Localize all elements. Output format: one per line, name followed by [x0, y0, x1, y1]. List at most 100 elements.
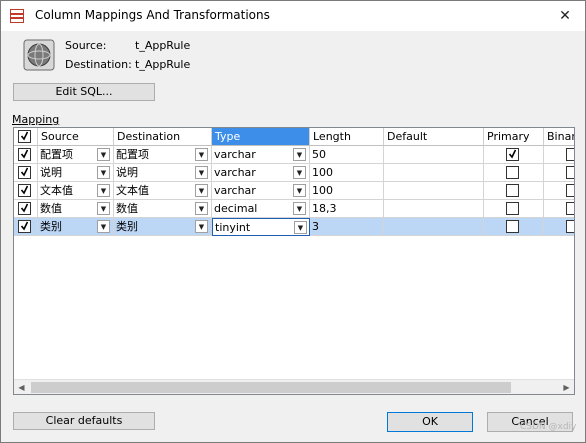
type-cell[interactable]: varchar ▼ [212, 164, 310, 182]
dropdown-arrow-icon[interactable]: ▼ [97, 148, 110, 161]
column-header-destination[interactable]: Destination [114, 128, 212, 146]
length-cell[interactable]: 100 [310, 164, 384, 182]
row-enabled-checkbox[interactable] [18, 166, 31, 179]
source-cell[interactable]: 文本值 ▼ [38, 182, 114, 200]
table-row[interactable]: 类别 ▼ 类别 ▼ tinyint ▼ 3 [14, 218, 574, 236]
scroll-left-icon[interactable]: ◀ [14, 380, 29, 394]
binary-checkbox[interactable] [566, 202, 574, 215]
header-select-all[interactable] [14, 128, 38, 146]
type-cell[interactable]: varchar ▼ [212, 182, 310, 200]
dropdown-arrow-icon[interactable]: ▼ [293, 166, 306, 179]
column-header-binar[interactable]: Binar [544, 128, 574, 146]
column-header-length[interactable]: Length [310, 128, 384, 146]
dropdown-arrow-icon[interactable]: ▼ [195, 166, 208, 179]
select-all-checkbox[interactable] [18, 130, 31, 143]
row-enabled-cell[interactable] [14, 182, 38, 200]
dropdown-arrow-icon[interactable]: ▼ [97, 184, 110, 197]
column-header-primary[interactable]: Primary [484, 128, 544, 146]
primary-checkbox[interactable] [506, 166, 519, 179]
destination-cell[interactable]: 说明 ▼ [114, 164, 212, 182]
row-enabled-cell[interactable] [14, 146, 38, 164]
row-enabled-checkbox[interactable] [18, 202, 31, 215]
mapping-grid[interactable]: Source Destination Type Length Default Primar… [13, 127, 575, 395]
binary-cell[interactable] [544, 146, 574, 164]
table-row[interactable]: 说明 ▼ 说明 ▼ varchar ▼ 100 [14, 164, 574, 182]
dropdown-arrow-icon[interactable]: ▼ [293, 202, 306, 215]
dropdown-arrow-icon[interactable]: ▼ [97, 220, 110, 233]
binary-cell[interactable] [544, 182, 574, 200]
primary-cell[interactable] [484, 182, 544, 200]
destination-value: 类别 [116, 220, 138, 233]
binary-checkbox[interactable] [566, 166, 574, 179]
primary-checkbox[interactable] [506, 220, 519, 233]
edit-sql-button[interactable]: Edit SQL... [13, 83, 155, 101]
length-value: 18,3 [312, 202, 337, 215]
length-cell[interactable]: 50 [310, 146, 384, 164]
binary-checkbox[interactable] [566, 220, 574, 233]
row-enabled-cell[interactable] [14, 218, 38, 236]
source-cell[interactable]: 数值 ▼ [38, 200, 114, 218]
dropdown-arrow-icon[interactable]: ▼ [195, 202, 208, 215]
table-row[interactable]: 配置项 ▼ 配置项 ▼ varchar ▼ 50 [14, 146, 574, 164]
dropdown-arrow-icon[interactable]: ▼ [97, 202, 110, 215]
type-cell[interactable]: tinyint ▼ [212, 218, 310, 236]
column-header-source[interactable]: Source [38, 128, 114, 146]
scrollbar-thumb[interactable] [31, 382, 511, 393]
horizontal-scrollbar[interactable]: ◀ ▶ [14, 379, 574, 394]
dropdown-arrow-icon[interactable]: ▼ [97, 166, 110, 179]
row-enabled-checkbox[interactable] [18, 148, 31, 161]
destination-cell[interactable]: 文本值 ▼ [114, 182, 212, 200]
binary-cell[interactable] [544, 218, 574, 236]
column-header-type[interactable]: Type [212, 128, 310, 146]
length-cell[interactable]: 3 [310, 218, 384, 236]
row-enabled-cell[interactable] [14, 200, 38, 218]
column-header-default[interactable]: Default [384, 128, 484, 146]
watermark: CSDN @xdiy [520, 422, 577, 432]
primary-cell[interactable] [484, 146, 544, 164]
clear-defaults-button[interactable]: Clear defaults [13, 412, 155, 430]
binary-checkbox[interactable] [566, 148, 574, 161]
primary-cell[interactable] [484, 200, 544, 218]
scroll-right-icon[interactable]: ▶ [559, 380, 574, 394]
source-cell[interactable]: 类别 ▼ [38, 218, 114, 236]
default-cell[interactable] [384, 182, 484, 200]
dropdown-arrow-icon[interactable]: ▼ [195, 184, 208, 197]
binary-cell[interactable] [544, 164, 574, 182]
type-value: varchar [214, 166, 256, 179]
row-enabled-checkbox[interactable] [18, 184, 31, 197]
length-cell[interactable]: 100 [310, 182, 384, 200]
destination-cell[interactable]: 类别 ▼ [114, 218, 212, 236]
source-cell[interactable]: 说明 ▼ [38, 164, 114, 182]
primary-checkbox[interactable] [506, 148, 519, 161]
dropdown-arrow-icon[interactable]: ▼ [195, 220, 208, 233]
dropdown-arrow-icon[interactable]: ▼ [294, 221, 307, 234]
table-row[interactable]: 数值 ▼ 数值 ▼ decimal ▼ 18,3 [14, 200, 574, 218]
primary-cell[interactable] [484, 164, 544, 182]
default-cell[interactable] [384, 218, 484, 236]
close-button[interactable]: ✕ [555, 7, 575, 25]
source-value: 说明 [40, 166, 62, 179]
source-cell[interactable]: 配置项 ▼ [38, 146, 114, 164]
default-cell[interactable] [384, 200, 484, 218]
default-cell[interactable] [384, 164, 484, 182]
destination-value: 配置项 [116, 148, 149, 161]
dropdown-arrow-icon[interactable]: ▼ [293, 148, 306, 161]
length-cell[interactable]: 18,3 [310, 200, 384, 218]
type-cell[interactable]: decimal ▼ [212, 200, 310, 218]
binary-cell[interactable] [544, 200, 574, 218]
destination-cell[interactable]: 配置项 ▼ [114, 146, 212, 164]
title-bar[interactable]: Column Mappings And Transformations ✕ [1, 1, 585, 31]
binary-checkbox[interactable] [566, 184, 574, 197]
row-enabled-cell[interactable] [14, 164, 38, 182]
primary-checkbox[interactable] [506, 184, 519, 197]
ok-button[interactable]: OK [387, 412, 473, 432]
dropdown-arrow-icon[interactable]: ▼ [195, 148, 208, 161]
dropdown-arrow-icon[interactable]: ▼ [293, 184, 306, 197]
primary-checkbox[interactable] [506, 202, 519, 215]
destination-cell[interactable]: 数值 ▼ [114, 200, 212, 218]
table-row[interactable]: 文本值 ▼ 文本值 ▼ varchar ▼ 100 [14, 182, 574, 200]
primary-cell[interactable] [484, 218, 544, 236]
type-cell[interactable]: varchar ▼ [212, 146, 310, 164]
row-enabled-checkbox[interactable] [18, 220, 31, 233]
default-cell[interactable] [384, 146, 484, 164]
